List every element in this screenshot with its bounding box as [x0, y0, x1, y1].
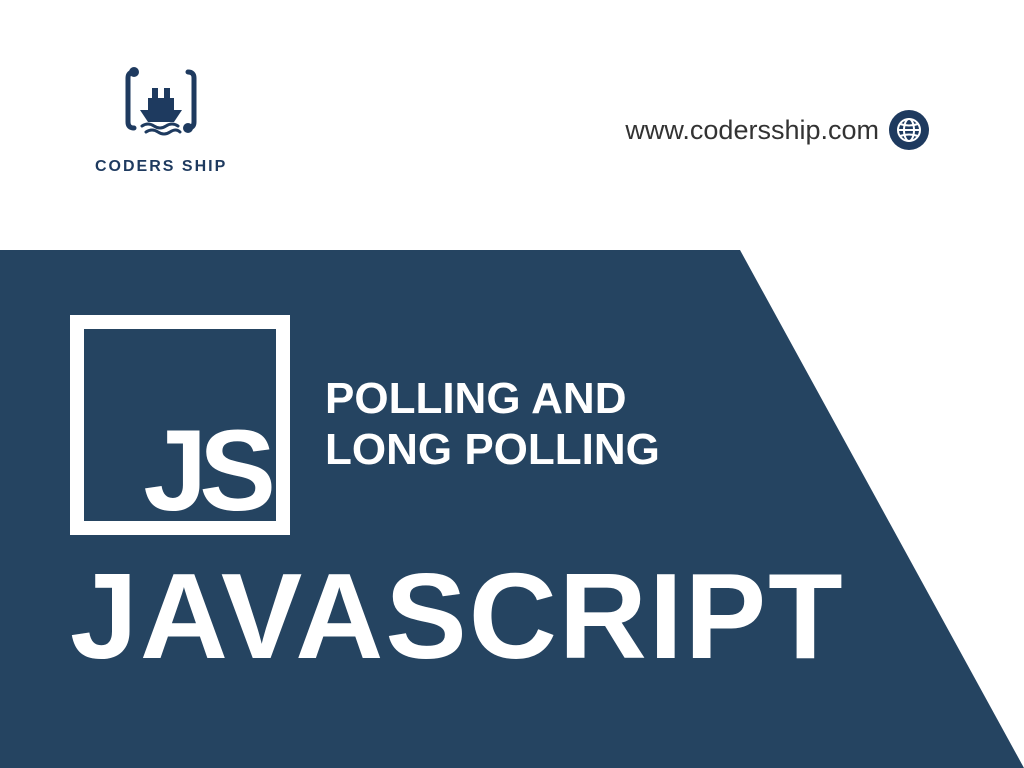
- url-block: www.codersship.com: [625, 110, 929, 150]
- logo-text: CODERS SHIP: [95, 158, 227, 176]
- ship-logo-icon: [116, 60, 206, 150]
- globe-icon: [889, 110, 929, 150]
- logo-block: CODERS SHIP: [95, 60, 227, 176]
- banner-content: JS POLLING AND LONG POLLING JAVASCRIPT: [0, 250, 1024, 768]
- subtitle-text: POLLING AND LONG POLLING: [325, 374, 660, 475]
- subtitle-line-2: LONG POLLING: [325, 425, 660, 476]
- subtitle-row: JS POLLING AND LONG POLLING: [70, 315, 1024, 535]
- website-url: www.codersship.com: [625, 115, 879, 146]
- js-logo-text: JS: [143, 414, 268, 529]
- main-title: JAVASCRIPT: [70, 555, 1024, 677]
- subtitle-line-1: POLLING AND: [325, 374, 660, 425]
- js-logo-box: JS: [70, 315, 290, 535]
- header: CODERS SHIP www.codersship.com: [0, 0, 1024, 250]
- banner: JS POLLING AND LONG POLLING JAVASCRIPT: [0, 250, 1024, 768]
